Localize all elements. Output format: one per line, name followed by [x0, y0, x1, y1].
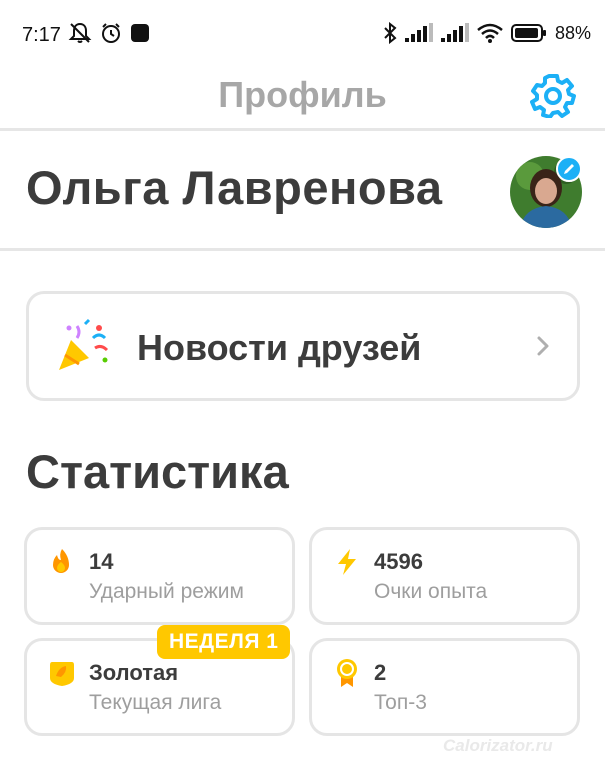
- league-week-badge: НЕДЕЛЯ 1: [157, 625, 291, 659]
- party-popper-icon: [59, 318, 109, 370]
- stat-label: Текущая лига: [89, 691, 222, 714]
- friends-news-label: Новости друзей: [137, 327, 422, 368]
- chevron-right-icon: [537, 336, 549, 356]
- settings-button[interactable]: [530, 72, 576, 119]
- status-bar: 7:17 88%: [0, 0, 605, 70]
- statistics-title: Статистика: [26, 445, 289, 498]
- flame-icon: [53, 549, 69, 573]
- stat-label: Очки опыта: [374, 580, 488, 603]
- friends-news-card[interactable]: Новости друзей: [26, 291, 580, 401]
- signal-icon: [440, 23, 469, 42]
- stat-value: Золотая: [89, 660, 179, 685]
- stat-card-xp: 4596 Очки опыта: [309, 527, 580, 625]
- battery-icon: [510, 24, 546, 42]
- gear-icon: [530, 74, 576, 119]
- avatar-edit-button[interactable]: [556, 156, 582, 182]
- medal-icon: [337, 659, 357, 687]
- status-time: 7:17: [22, 24, 61, 46]
- watermark: Calorizator.ru: [443, 736, 553, 755]
- wifi-icon: [477, 23, 503, 43]
- status-right-icons: 88%: [383, 22, 591, 44]
- pencil-icon: [564, 164, 574, 174]
- bluetooth-icon: [384, 22, 397, 44]
- signal-icon: [404, 23, 433, 42]
- stat-value: 4596: [374, 549, 423, 574]
- alarm-icon: [102, 23, 120, 43]
- page-title: Профиль: [218, 74, 387, 115]
- gold-league-icon: [50, 662, 74, 686]
- stat-label: Ударный режим: [89, 580, 244, 603]
- stat-card-top3: 2 Топ-3: [309, 638, 580, 736]
- app-square-icon: [131, 24, 149, 42]
- profile-name: Ольга Лавренова: [26, 161, 443, 214]
- profile-divider: [0, 248, 605, 251]
- status-left-icons: [68, 22, 150, 44]
- header-divider: [0, 128, 605, 131]
- stat-value: 2: [374, 660, 387, 685]
- battery-level: 88%: [554, 22, 591, 43]
- stat-value: 14: [89, 549, 114, 574]
- stat-label: Топ-3: [374, 691, 427, 714]
- stat-card-streak: 14 Ударный режим: [24, 527, 295, 625]
- notifications-off-icon: [68, 22, 92, 43]
- header: Профиль: [0, 70, 605, 128]
- lightning-icon: [338, 549, 356, 575]
